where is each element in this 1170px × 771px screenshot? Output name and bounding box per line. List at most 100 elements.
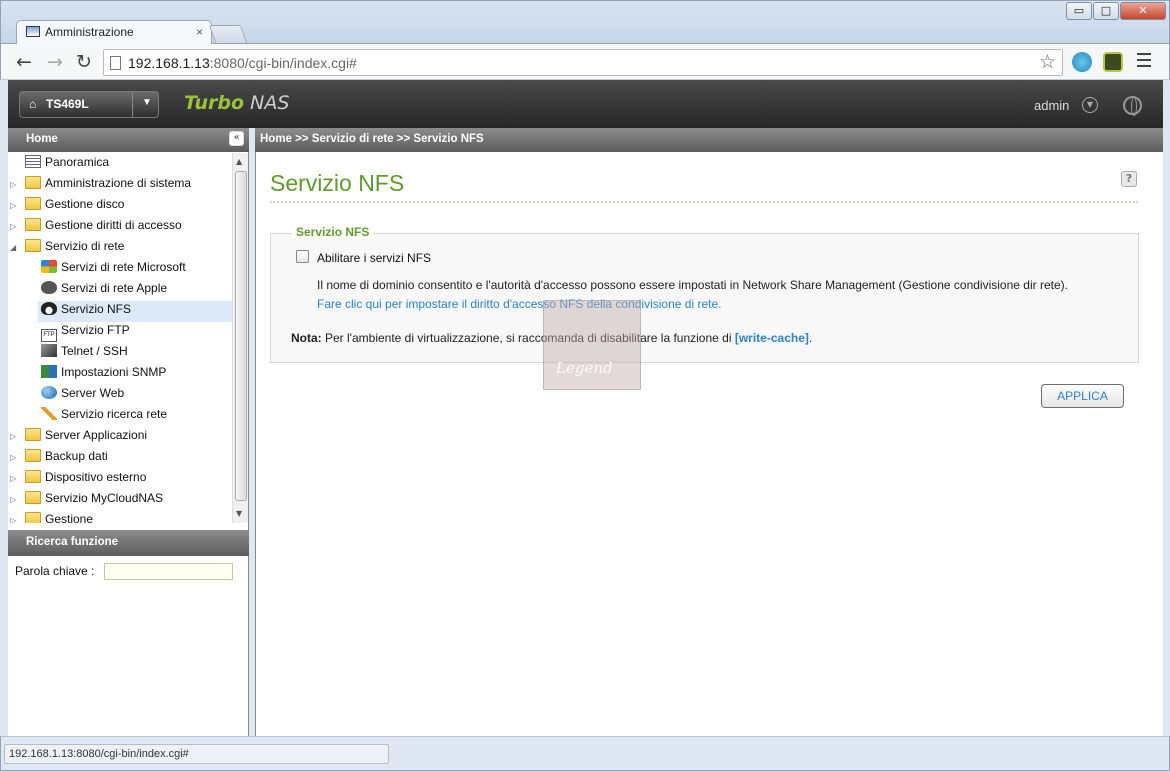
ftp-icon: FTP [41, 329, 57, 342]
sidebar-item-servizio-di-rete[interactable]: ◢ Servizio di rete [10, 239, 125, 260]
window-maximize-button[interactable]: □ [1093, 2, 1119, 20]
sidebar-item-panoramica[interactable]: Panoramica [25, 155, 109, 176]
back-icon[interactable]: ← [13, 51, 35, 73]
address-bar[interactable]: 192.168.1.13:8080/cgi-bin/index.cgi# [103, 49, 1063, 76]
sidebar-item-label: Backup dati [45, 449, 108, 463]
sidebar-item-apple[interactable]: Servizi di rete Apple [41, 281, 167, 302]
menu-icon[interactable] [1137, 53, 1151, 71]
nfs-access-link[interactable]: Fare clic qui per impostare il diritto d… [317, 297, 721, 311]
folder-icon [25, 197, 41, 210]
home-icon: ⌂ [29, 97, 37, 111]
enable-nfs-label[interactable]: Abilitare i servizi NFS [317, 251, 431, 265]
expand-icon[interactable]: ▷ [10, 180, 20, 189]
keyword-label: Parola chiave : [15, 564, 95, 578]
apply-button[interactable]: APPLICA [1041, 384, 1124, 408]
collapse-icon[interactable]: ◢ [10, 243, 20, 252]
sidebar-item-label: Gestione disco [45, 197, 125, 211]
skype-extension-icon[interactable] [1072, 52, 1092, 72]
url-path: :8080/cgi-bin/index.cgi# [209, 55, 357, 71]
user-menu-chevron-icon[interactable]: ▼ [1082, 97, 1098, 113]
expand-icon[interactable]: ▷ [10, 453, 20, 462]
breadcrumb: Home >> Servizio di rete >> Servizio NFS [255, 128, 1163, 152]
sidebar-item-label: Gestione [45, 512, 94, 523]
sidebar-item-nfs[interactable]: Servizio NFS [38, 301, 232, 322]
description-text: Il nome di dominio consentito e l'autori… [317, 278, 1068, 292]
terminal-icon [41, 344, 57, 357]
expand-icon[interactable]: ▷ [10, 432, 20, 441]
folder-icon [25, 449, 41, 462]
page-icon [110, 56, 121, 70]
browser-tab[interactable]: Amministrazione × [16, 20, 212, 44]
folder-icon [25, 176, 41, 189]
expand-icon[interactable]: ▷ [10, 516, 20, 523]
bookmark-star-icon[interactable]: ☆ [1039, 51, 1056, 73]
sidebar-item-microsoft[interactable]: Servizi di rete Microsoft [41, 260, 186, 281]
scrollbar-thumb[interactable] [235, 171, 247, 501]
sidebar-item-backup-dati[interactable]: ▷ Backup dati [10, 449, 108, 470]
sidebar-item-amministrazione-sistema[interactable]: ▷ Amministrazione di sistema [10, 176, 192, 197]
sidebar-item-snmp[interactable]: Impostazioni SNMP [41, 365, 166, 386]
new-tab-button[interactable] [208, 25, 248, 43]
expand-icon[interactable]: ▷ [10, 201, 20, 210]
scroll-down-icon[interactable]: ▼ [236, 509, 242, 518]
sidebar-item-label: Server Applicazioni [45, 428, 148, 442]
linux-penguin-icon [41, 302, 57, 315]
extension-icon[interactable] [1103, 52, 1123, 72]
folder-icon [25, 470, 41, 483]
expand-icon[interactable]: ▷ [10, 495, 20, 504]
write-cache-link[interactable]: [write-cache] [735, 331, 809, 345]
sidebar-item-label: Servizio NFS [61, 302, 132, 316]
sidebar-item-gestione[interactable]: ▷ Gestione [10, 512, 94, 523]
sidebar-item-label: Dispositivo esterno [45, 470, 147, 484]
sidebar-item-label: Servizio FTP [61, 323, 130, 337]
collapse-sidebar-icon[interactable]: « [229, 131, 244, 146]
section-legend: Servizio NFS [292, 225, 374, 239]
sidebar-item-label: Gestione diritti di accesso [45, 218, 182, 232]
tab-close-icon[interactable]: × [196, 25, 203, 39]
sidebar-item-label: Servizi di rete Microsoft [61, 260, 186, 274]
sidebar-item-telnet-ssh[interactable]: Telnet / SSH [41, 344, 128, 365]
sidebar-item-gestione-disco[interactable]: ▷ Gestione disco [10, 197, 125, 218]
divider [132, 92, 133, 117]
watermark-text: Legend [556, 359, 613, 377]
navigation-tree: Panoramica ▷ Amministrazione di sistema ▷… [8, 153, 232, 523]
sidebar-item-mycloudnas[interactable]: ▷ Servizio MyCloudNAS [10, 491, 164, 512]
brand-nas: NAS [244, 92, 290, 114]
globe-icon [41, 386, 57, 399]
sidebar-header: Home [8, 128, 249, 152]
overview-icon [25, 155, 41, 168]
sidebar-item-dispositivo-esterno[interactable]: ▷ Dispositivo esterno [10, 470, 147, 491]
keyword-search-input[interactable] [104, 563, 233, 580]
globe-language-icon[interactable] [1123, 96, 1142, 116]
enable-nfs-checkbox[interactable] [296, 250, 309, 263]
model-selector[interactable]: ⌂ TS469L ▼ [19, 91, 159, 118]
note-end: . [808, 331, 813, 345]
sidebar-item-ricerca-rete[interactable]: Servizio ricerca rete [41, 407, 167, 428]
help-icon[interactable]: ? [1121, 171, 1137, 187]
window-minimize-button[interactable]: ▭ [1066, 2, 1092, 20]
sidebar-item-label: Servizio MyCloudNAS [45, 491, 164, 505]
expand-icon[interactable]: ▷ [10, 474, 20, 483]
sidebar-item-server-applicazioni[interactable]: ▷ Server Applicazioni [10, 428, 148, 449]
sidebar-item-label: Servizio di rete [45, 239, 125, 253]
folder-icon [25, 491, 41, 504]
sidebar-scrollbar[interactable]: ▲ ▼ [232, 153, 248, 523]
title-divider [270, 201, 1138, 203]
sidebar-item-label: Telnet / SSH [61, 344, 128, 358]
forward-icon[interactable]: → [44, 51, 66, 73]
scroll-up-icon[interactable]: ▲ [236, 157, 242, 166]
apple-logo-icon [41, 281, 57, 294]
sidebar-item-server-web[interactable]: Server Web [41, 386, 124, 407]
window-close-button[interactable]: ✕ [1120, 2, 1166, 20]
note-label: Nota: [291, 331, 322, 345]
sidebar-item-label: Amministrazione di sistema [45, 176, 192, 190]
sidebar-item-gestione-diritti[interactable]: ▷ Gestione diritti di accesso [10, 218, 182, 239]
expand-icon[interactable]: ▷ [10, 222, 20, 231]
url-host: 192.168.1.13 [128, 55, 210, 71]
chevron-down-icon[interactable]: ▼ [142, 97, 152, 108]
windows-logo-icon [41, 260, 57, 273]
reload-icon[interactable]: ↻ [73, 51, 95, 73]
user-name[interactable]: admin [1034, 98, 1069, 113]
sidebar-item-ftp[interactable]: FTP Servizio FTP [41, 323, 130, 344]
search-panel-header: Ricerca funzione [8, 530, 249, 556]
